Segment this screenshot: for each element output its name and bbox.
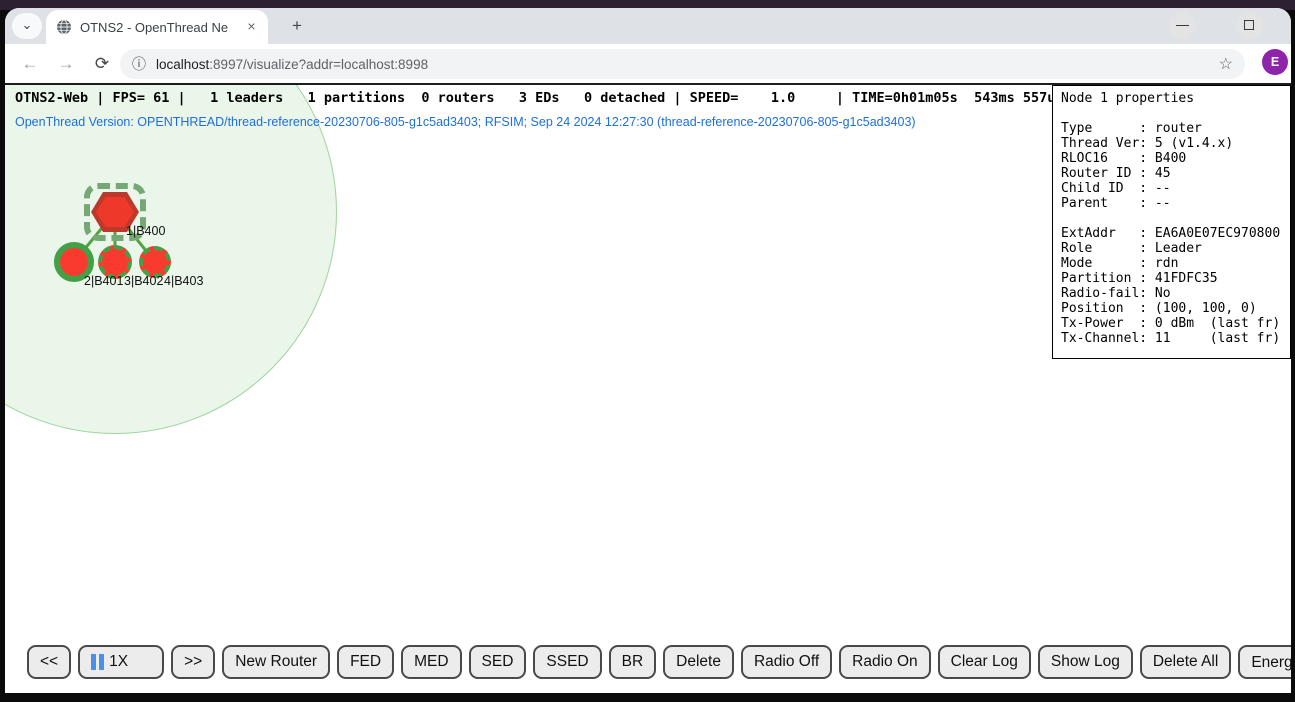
node-2-label: 2|B401: [84, 274, 123, 288]
pause-speed-button[interactable]: 1X: [78, 645, 164, 679]
br-button[interactable]: BR: [609, 645, 657, 679]
forward-icon[interactable]: →: [53, 51, 79, 77]
new-tab-button[interactable]: +: [285, 15, 309, 39]
maximize-button[interactable]: [1236, 12, 1263, 39]
profile-avatar[interactable]: E: [1262, 49, 1288, 75]
node-properties-text: Node 1 properties Type : router Thread V…: [1061, 91, 1282, 346]
tab-close-icon[interactable]: ×: [243, 19, 260, 36]
node-3-label: 3|B402: [124, 274, 163, 288]
url-text[interactable]: localhost:8997/visualize?addr=localhost:…: [156, 57, 1211, 72]
minimize-icon: [1176, 25, 1189, 26]
tab-title: OTNS2 - OpenThread Ne: [80, 20, 243, 35]
delete-button[interactable]: Delete: [663, 645, 734, 679]
delete-all-button[interactable]: Delete All: [1140, 645, 1231, 679]
radio-off-button[interactable]: Radio Off: [741, 645, 832, 679]
browser-toolbar: ← → ⟳ ⓘ localhost:8997/visualize?addr=lo…: [5, 44, 1291, 85]
node-1-label: 1|B400: [126, 224, 165, 238]
reload-icon[interactable]: ⟳: [89, 51, 115, 77]
ssed-button[interactable]: SSED: [533, 645, 601, 679]
show-log-button[interactable]: Show Log: [1038, 645, 1133, 679]
energy-stats-button[interactable]: Energy-stats ↗: [1238, 645, 1291, 679]
bookmark-star-icon[interactable]: ☆: [1219, 54, 1233, 74]
url-host: localhost: [156, 57, 209, 72]
maximize-icon: [1244, 20, 1254, 30]
med-button[interactable]: MED: [401, 645, 461, 679]
screenshot-frame: ⌄ OTNS2 - OpenThread Ne × +: [0, 0, 1295, 702]
clear-log-button[interactable]: Clear Log: [938, 645, 1031, 679]
minimize-button[interactable]: [1169, 12, 1196, 39]
node-1-hexagon-fill: [96, 197, 134, 227]
otns-visualizer-canvas: OTNS2-Web | FPS= 61 | 1 leaders 1 partit…: [5, 85, 1291, 691]
site-info-icon[interactable]: ⓘ: [132, 54, 146, 74]
browser-window: ⌄ OTNS2 - OpenThread Ne × +: [5, 8, 1291, 693]
tab-otns2[interactable]: OTNS2 - OpenThread Ne ×: [46, 10, 268, 44]
tab-favicon-globe-icon: [56, 19, 72, 35]
url-path: :8997/visualize?addr=localhost:8998: [209, 57, 428, 72]
new-router-button[interactable]: New Router: [222, 645, 330, 679]
radio-on-button[interactable]: Radio On: [839, 645, 930, 679]
fed-button[interactable]: FED: [337, 645, 394, 679]
window-controls: [1169, 12, 1263, 39]
action-toolbar: << 1X >> New Router FED MED SED SSED BR …: [27, 645, 1291, 679]
openthread-version-line: OpenThread Version: OPENTHREAD/thread-re…: [15, 115, 916, 129]
pause-icon: [91, 654, 104, 670]
tab-search-chevron-icon[interactable]: ⌄: [12, 13, 42, 39]
speed-up-button[interactable]: >>: [171, 645, 215, 679]
simulation-status-bar: OTNS2-Web | FPS= 61 | 1 leaders 1 partit…: [15, 90, 1063, 106]
sed-button[interactable]: SED: [469, 645, 527, 679]
url-bar[interactable]: ⓘ localhost:8997/visualize?addr=localhos…: [120, 49, 1245, 79]
speed-label: 1X: [109, 653, 128, 671]
speed-down-button[interactable]: <<: [27, 645, 71, 679]
tab-strip: ⌄ OTNS2 - OpenThread Ne × +: [5, 8, 1291, 44]
node-properties-panel: Node 1 properties Type : router Thread V…: [1052, 85, 1291, 359]
node-4-label: 4|B403: [164, 274, 203, 288]
back-icon[interactable]: ←: [17, 51, 43, 77]
